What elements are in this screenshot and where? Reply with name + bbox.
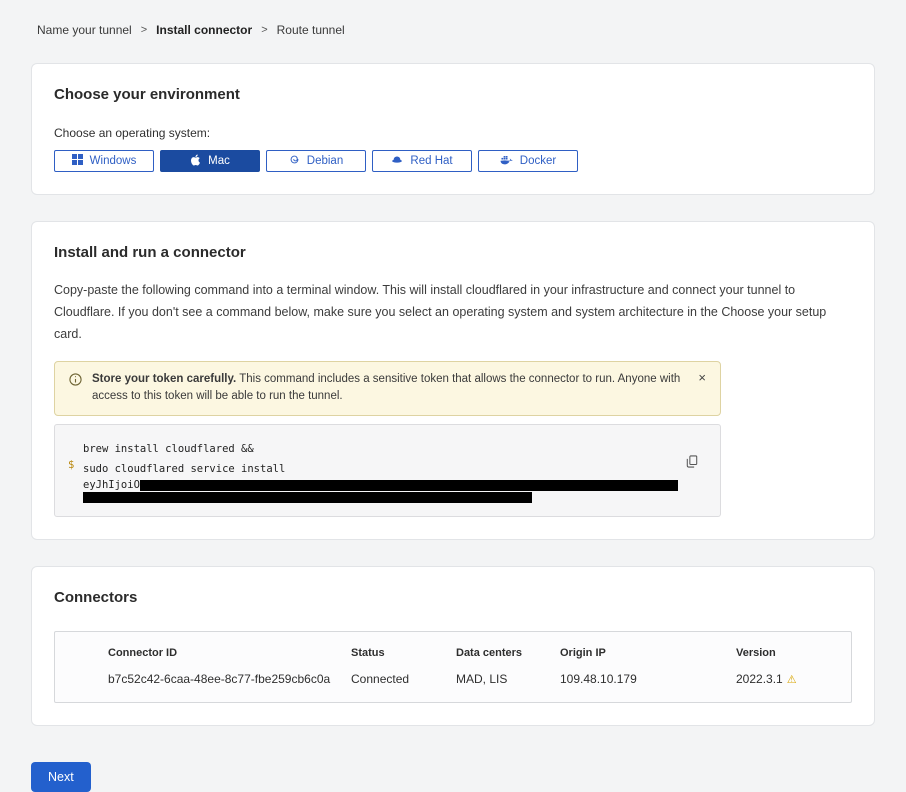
os-button-label: Windows <box>90 155 137 167</box>
os-button-label: Red Hat <box>410 155 452 167</box>
redhat-icon <box>391 154 403 168</box>
card-title-choose-environment: Choose your environment <box>54 86 852 103</box>
terminal-prompt: $ <box>68 459 74 471</box>
install-instructions-text: Copy-paste the following command into a … <box>54 280 852 346</box>
os-button-label: Docker <box>520 155 556 167</box>
code-line-token-2 <box>83 491 676 503</box>
card-title-install-connector: Install and run a connector <box>54 244 852 261</box>
column-header-connector-id: Connector ID <box>108 647 351 659</box>
data-centers-value: MAD, LIS <box>456 672 560 686</box>
os-button-mac[interactable]: Mac <box>160 150 260 172</box>
os-button-debian[interactable]: Debian <box>266 150 366 172</box>
column-header-origin-ip: Origin IP <box>560 647 736 659</box>
windows-icon <box>72 154 83 168</box>
os-button-row: Windows Mac Debian Red Hat <box>54 150 852 172</box>
next-button[interactable]: Next <box>31 762 91 792</box>
debian-icon <box>289 154 300 168</box>
column-header-version: Version <box>736 647 831 659</box>
connectors-table: Connector ID Status Data centers Origin … <box>54 631 852 703</box>
connectors-card: Connectors Connector ID Status Data cent… <box>31 566 875 726</box>
breadcrumb-separator: > <box>141 24 147 36</box>
os-button-label: Debian <box>307 155 343 167</box>
breadcrumb-separator: > <box>261 24 267 36</box>
copy-icon[interactable] <box>684 453 700 473</box>
install-connector-card: Install and run a connector Copy-paste t… <box>31 221 875 540</box>
origin-ip-value: 109.48.10.179 <box>560 672 736 686</box>
redacted-token-bar <box>83 492 532 503</box>
table-row: b7c52c42-6caa-48ee-8c77-fbe259cb6c0a Con… <box>55 672 851 686</box>
page: Name your tunnel > Install connector > R… <box>0 0 906 726</box>
docker-icon <box>500 154 513 168</box>
version-text: 2022.3.1 <box>736 672 783 686</box>
code-line-token: eyJhIjoiO <box>83 479 676 491</box>
token-warning-banner: Store your token carefully. This command… <box>54 361 721 417</box>
token-prefix: eyJhIjoiO <box>83 479 140 491</box>
card-title-connectors: Connectors <box>54 589 852 606</box>
column-header-data-centers: Data centers <box>456 647 560 659</box>
os-button-docker[interactable]: Docker <box>478 150 578 172</box>
apple-icon <box>190 154 201 169</box>
connector-id-value: b7c52c42-6caa-48ee-8c77-fbe259cb6c0a <box>108 672 351 686</box>
column-header-status: Status <box>351 647 456 659</box>
token-warning-text: Store your token carefully. This command… <box>92 371 686 407</box>
code-line-2: sudo cloudflared service install <box>83 459 676 479</box>
code-line-1: brew install cloudflared && <box>83 439 676 459</box>
os-button-windows[interactable]: Windows <box>54 150 154 172</box>
os-button-label: Mac <box>208 155 230 167</box>
breadcrumb-step-route-tunnel[interactable]: Route tunnel <box>277 23 345 37</box>
choose-environment-card: Choose your environment Choose an operat… <box>31 63 875 195</box>
os-select-label: Choose an operating system: <box>54 126 852 140</box>
breadcrumb-step-install-connector[interactable]: Install connector <box>156 23 252 37</box>
table-header-row: Connector ID Status Data centers Origin … <box>55 647 851 659</box>
info-icon <box>69 373 82 391</box>
token-warning-title: Store your token carefully. <box>92 373 236 385</box>
os-button-redhat[interactable]: Red Hat <box>372 150 472 172</box>
breadcrumb: Name your tunnel > Install connector > R… <box>31 0 875 37</box>
close-icon[interactable]: × <box>696 371 708 385</box>
breadcrumb-step-name-your-tunnel[interactable]: Name your tunnel <box>37 23 132 37</box>
install-command-code-block: $ brew install cloudflared && sudo cloud… <box>54 424 721 517</box>
status-badge: Connected <box>351 672 456 686</box>
version-warning-icon: ⚠ <box>787 674 797 686</box>
redacted-token-bar <box>140 480 678 491</box>
version-value: 2022.3.1 ⚠ <box>736 672 831 686</box>
